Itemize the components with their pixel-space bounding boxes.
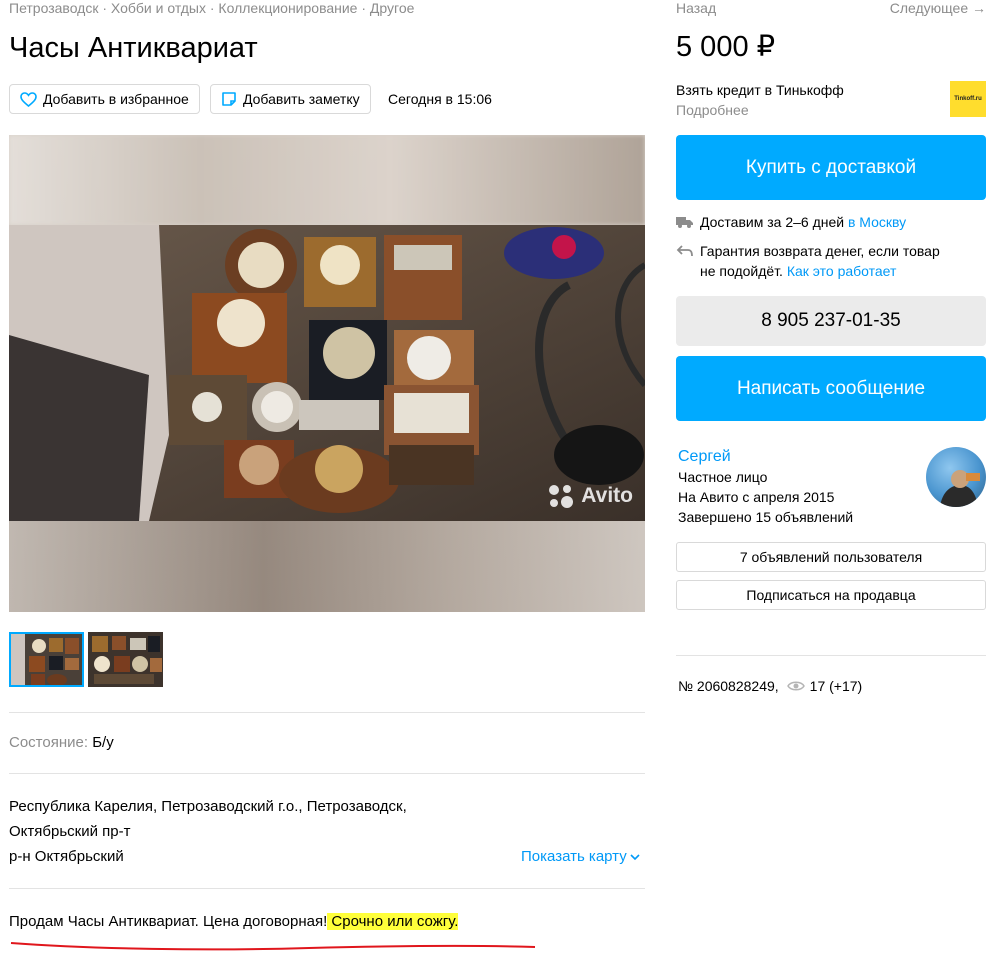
add-favorite-label: Добавить в избранное xyxy=(43,91,189,107)
seller-type: Частное лицо xyxy=(678,469,768,485)
price: 5 000 ₽ xyxy=(676,31,776,63)
address-district: р-н Октябрьский xyxy=(9,848,124,865)
photo-clocks: Avito xyxy=(9,225,645,521)
avatar[interactable] xyxy=(926,447,986,507)
item-views: 17 (+17) xyxy=(809,678,863,694)
seller-since: На Авито с апреля 2015 xyxy=(678,489,835,505)
seller-completed: Завершено 15 объявлений xyxy=(678,509,854,525)
show-map-label: Показать карту xyxy=(521,848,627,865)
condition-value: Б/у xyxy=(92,734,114,751)
breadcrumb[interactable]: Петрозаводск · Хобби и отдых · Коллекцио… xyxy=(9,0,414,17)
description-highlight: Срочно или сожгу. xyxy=(327,913,459,930)
thumbnail-1[interactable] xyxy=(9,632,84,687)
item-number: № 2060828249, xyxy=(678,678,779,694)
truck-icon xyxy=(676,217,693,228)
subscribe-seller-button[interactable]: Подписаться на продавца xyxy=(676,580,986,610)
show-map-link[interactable]: Показать карту xyxy=(521,844,640,869)
return-arrow-icon xyxy=(676,245,693,257)
avatar-image xyxy=(940,470,980,507)
seller-name[interactable]: Сергей xyxy=(678,446,853,467)
divider xyxy=(9,773,645,774)
photo-blur-bottom xyxy=(9,521,645,612)
main-photo[interactable]: Avito xyxy=(9,135,645,612)
condition-param: Состояние: Б/у xyxy=(9,730,114,755)
guarantee-line-1: Гарантия возврата денег, если товар xyxy=(700,243,940,259)
phone-number: 8 905 237-01-35 xyxy=(761,310,901,331)
item-meta: № 2060828249, 17 (+17) xyxy=(678,677,862,695)
guarantee-line-2: не подойдёт. xyxy=(700,263,783,279)
delivery-city-link[interactable]: в Москву xyxy=(848,212,906,232)
buy-with-delivery-label: Купить с доставкой xyxy=(745,156,917,178)
divider xyxy=(9,712,645,713)
add-note-label: Добавить заметку xyxy=(243,91,360,107)
thumbnail-1-image xyxy=(11,634,82,685)
back-link[interactable]: Назад xyxy=(676,0,716,17)
credit-more: Подробнее xyxy=(676,102,749,118)
delivery-info: Доставим за 2–6 дней в Москву xyxy=(676,212,906,232)
heart-icon xyxy=(20,91,37,107)
seller-ads-button[interactable]: 7 объявлений пользователя xyxy=(676,542,986,572)
delivery-text: Доставим за 2–6 дней xyxy=(700,214,845,230)
thumbnail-2-image xyxy=(88,632,163,687)
posted-date: Сегодня в 15:06 xyxy=(388,91,492,107)
guarantee-info-2: не подойдёт. Как это работает xyxy=(700,261,896,281)
description-text: Продам Часы Антиквариат. Цена договорная… xyxy=(9,913,328,930)
tinkoff-logo-text: Tinkoff.ru xyxy=(954,96,982,102)
note-icon xyxy=(222,92,236,106)
condition-label: Состояние: xyxy=(9,734,89,751)
clocks-illustration xyxy=(9,225,645,521)
subscribe-seller-label: Подписаться на продавца xyxy=(746,587,916,603)
add-favorite-button[interactable]: Добавить в избранное xyxy=(9,84,200,114)
eye-icon xyxy=(786,681,805,691)
phone-button[interactable]: 8 905 237-01-35 xyxy=(676,296,986,346)
chevron-down-icon xyxy=(630,853,640,860)
write-message-label: Написать сообщение xyxy=(736,377,926,399)
add-note-button[interactable]: Добавить заметку xyxy=(210,84,371,114)
watermark-text: Avito xyxy=(581,484,633,507)
avito-watermark: Avito xyxy=(547,483,633,509)
address-line-2: Октябрьский пр-т xyxy=(9,823,131,840)
divider xyxy=(676,655,986,656)
next-link[interactable]: Следующее → xyxy=(890,0,986,17)
address-line-1: Республика Карелия, Петрозаводский г.о.,… xyxy=(9,798,407,815)
description: Продам Часы Антиквариат. Цена договорная… xyxy=(9,909,459,934)
photo-blur-top xyxy=(9,135,645,225)
tinkoff-logo: Tinkoff.ru xyxy=(950,81,986,117)
divider xyxy=(9,888,645,889)
guarantee-info: Гарантия возврата денег, если товар xyxy=(676,241,940,261)
write-message-button[interactable]: Написать сообщение xyxy=(676,356,986,421)
seller-info: Сергей Частное лицо На Авито с апреля 20… xyxy=(678,446,853,527)
how-it-works-link[interactable]: Как это работает xyxy=(787,263,897,279)
seller-ads-label: 7 объявлений пользователя xyxy=(739,549,923,565)
red-underline-annotation xyxy=(10,942,536,951)
avito-logo-icon xyxy=(549,485,574,508)
credit-offer[interactable]: Взять кредит в Тинькофф Подробнее xyxy=(676,80,844,120)
buy-with-delivery-button[interactable]: Купить с доставкой xyxy=(676,135,986,200)
page-title: Часы Антиквариат xyxy=(9,32,258,64)
credit-title: Взять кредит в Тинькофф xyxy=(676,82,844,98)
thumbnail-2[interactable] xyxy=(88,632,163,687)
